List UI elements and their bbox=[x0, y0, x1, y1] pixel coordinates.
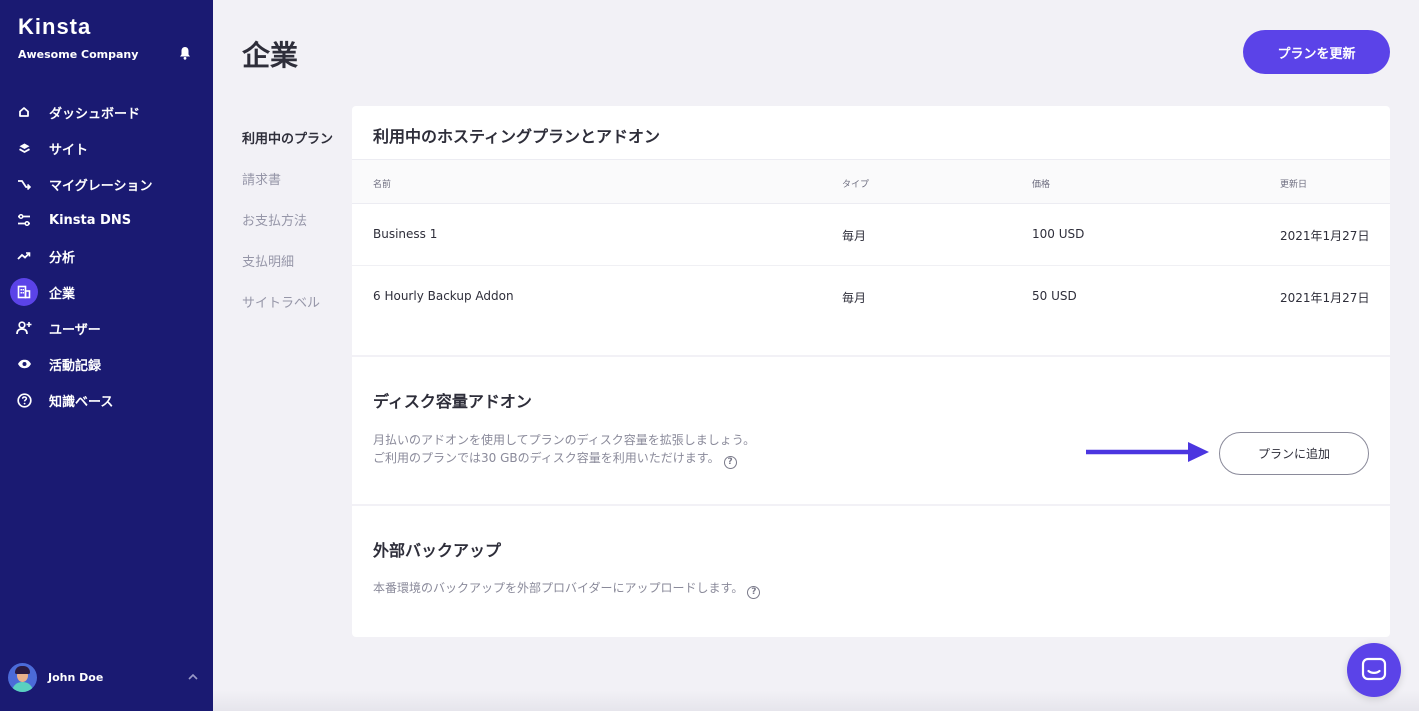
table-row: 6 Hourly Backup Addon 毎月 50 USD 2021年1月2… bbox=[352, 266, 1390, 328]
help-icon[interactable]: ? bbox=[723, 456, 737, 469]
plan-type: 毎月 bbox=[842, 291, 867, 305]
plan-name: 6 Hourly Backup Addon bbox=[373, 289, 514, 303]
disk-addon-desc-text: ご利用のプランでは30 GBのディスク容量を利用いただけます。 bbox=[373, 451, 720, 465]
external-backup-description: 本番環境のバックアップを外部プロバイダーにアップロードします。? bbox=[373, 579, 761, 599]
bell-icon[interactable] bbox=[179, 46, 191, 60]
avatar bbox=[8, 663, 37, 692]
section-divider bbox=[352, 504, 1390, 506]
subnav-item-invoices[interactable]: 請求書 bbox=[242, 171, 333, 212]
sidebar-item-company[interactable]: 企業 bbox=[0, 274, 213, 310]
user-menu[interactable]: John Doe bbox=[8, 663, 103, 692]
footer-shade bbox=[213, 690, 1419, 711]
sidebar-item-kinsta-dns[interactable]: Kinsta DNS bbox=[0, 202, 213, 238]
sidebar-item-activity-log[interactable]: 活動記録 bbox=[0, 346, 213, 382]
column-header-renewal-date: 更新日 bbox=[1280, 180, 1308, 190]
section-divider bbox=[352, 355, 1390, 357]
eye-icon bbox=[14, 354, 34, 374]
external-backup-desc-text: 本番環境のバックアップを外部プロバイダーにアップロードします。 bbox=[373, 581, 744, 595]
column-header-type: タイプ bbox=[842, 180, 870, 190]
user-name: John Doe bbox=[48, 671, 104, 684]
sidebar-item-sites[interactable]: サイト bbox=[0, 130, 213, 166]
table-row: Business 1 毎月 100 USD 2021年1月27日 bbox=[352, 204, 1390, 266]
plan-renewal-date: 2021年1月27日 bbox=[1280, 291, 1370, 305]
sidebar-item-label: 企業 bbox=[49, 286, 76, 302]
disk-addon-title: ディスク容量アドオン bbox=[373, 392, 532, 411]
sidebar-item-label: サイト bbox=[49, 142, 89, 158]
sub-navigation: 利用中のプラン 請求書 お支払方法 支払明細 サイトラベル bbox=[242, 130, 333, 335]
add-user-icon bbox=[14, 318, 34, 338]
column-header-price: 価格 bbox=[1032, 180, 1051, 190]
chat-icon bbox=[1361, 657, 1387, 681]
subnav-item-payment-method[interactable]: お支払方法 bbox=[242, 212, 333, 253]
plan-name: Business 1 bbox=[373, 227, 438, 241]
home-icon bbox=[14, 102, 34, 122]
plan-price: 100 USD bbox=[1032, 227, 1085, 241]
subnav-item-current-plan[interactable]: 利用中のプラン bbox=[242, 130, 333, 171]
sidebar: Kinsta Awesome Company ダッシュボード サイト マイグレー… bbox=[0, 0, 213, 711]
chevron-up-icon[interactable] bbox=[188, 674, 198, 680]
plan-card: 利用中のホスティングプランとアドオン 名前 タイプ 価格 更新日 Busines… bbox=[352, 106, 1390, 637]
plans-section-title: 利用中のホスティングプランとアドオン bbox=[373, 127, 661, 146]
subnav-item-site-labels[interactable]: サイトラベル bbox=[242, 294, 333, 335]
sidebar-item-analytics[interactable]: 分析 bbox=[0, 238, 213, 274]
disk-addon-desc-line2: ご利用のプランでは30 GBのディスク容量を利用いただけます。? bbox=[373, 449, 755, 469]
sidebar-item-migrations[interactable]: マイグレーション bbox=[0, 166, 213, 202]
sidebar-item-label: 知識ベース bbox=[49, 394, 114, 410]
sidebar-nav: ダッシュボード サイト マイグレーション Kinsta DNS 分析 企業 ユー… bbox=[0, 94, 213, 418]
sidebar-item-knowledge-base[interactable]: 知識ベース bbox=[0, 382, 213, 418]
help-circle-icon bbox=[14, 390, 34, 410]
sidebar-item-label: ユーザー bbox=[49, 322, 101, 338]
help-icon[interactable]: ? bbox=[747, 586, 761, 599]
sidebar-item-users[interactable]: ユーザー bbox=[0, 310, 213, 346]
subnav-item-billing-details[interactable]: 支払明細 bbox=[242, 253, 333, 294]
page-title: 企業 bbox=[242, 39, 299, 72]
dns-icon bbox=[14, 210, 34, 230]
disk-addon-desc-line1: 月払いのアドオンを使用してプランのディスク容量を拡張しましょう。 bbox=[373, 433, 756, 447]
trend-icon bbox=[14, 246, 34, 266]
plan-type: 毎月 bbox=[842, 229, 867, 243]
column-header-name: 名前 bbox=[373, 180, 392, 190]
plan-price: 50 USD bbox=[1032, 289, 1077, 303]
sidebar-item-label: 活動記録 bbox=[49, 358, 102, 374]
layers-icon bbox=[14, 138, 34, 158]
sidebar-item-label: Kinsta DNS bbox=[49, 212, 132, 228]
company-icon bbox=[10, 278, 38, 306]
arrow-right-icon bbox=[1086, 442, 1209, 462]
update-plan-button[interactable]: プランを更新 bbox=[1243, 30, 1390, 74]
plan-renewal-date: 2021年1月27日 bbox=[1280, 229, 1370, 243]
external-backup-title: 外部バックアップ bbox=[373, 541, 502, 560]
sidebar-item-dashboard[interactable]: ダッシュボード bbox=[0, 94, 213, 130]
table-header: 名前 タイプ 価格 更新日 bbox=[352, 159, 1390, 204]
migration-icon bbox=[14, 174, 34, 194]
kinsta-logo[interactable]: Kinsta bbox=[18, 14, 91, 40]
sidebar-item-label: 分析 bbox=[49, 250, 76, 266]
sidebar-item-label: ダッシュボード bbox=[49, 106, 141, 122]
add-to-plan-button[interactable]: プランに追加 bbox=[1219, 432, 1369, 475]
chat-launcher-button[interactable] bbox=[1347, 643, 1401, 697]
company-name[interactable]: Awesome Company bbox=[18, 48, 138, 61]
disk-addon-description: 月払いのアドオンを使用してプランのディスク容量を拡張しましょう。 ご利用のプラン… bbox=[373, 431, 755, 469]
sidebar-item-label: マイグレーション bbox=[49, 178, 153, 194]
